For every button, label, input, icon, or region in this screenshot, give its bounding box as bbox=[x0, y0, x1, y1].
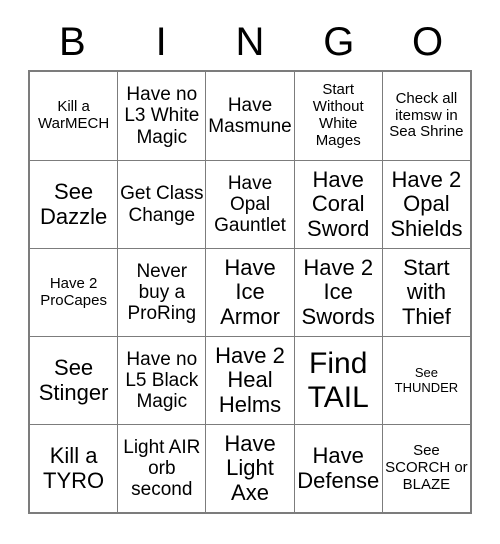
bingo-cell[interactable]: Have 2 Ice Swords bbox=[293, 248, 382, 336]
bingo-cell[interactable]: See SCORCH or BLAZE bbox=[381, 424, 471, 512]
bingo-cell[interactable]: Have 2 Opal Shields bbox=[381, 160, 471, 248]
bingo-cell-label: Have Coral Sword bbox=[307, 166, 370, 241]
bingo-cell-label: Have Opal Gauntlet bbox=[214, 172, 286, 237]
bingo-cell[interactable]: Have Masmune bbox=[205, 72, 294, 160]
bingo-cell[interactable]: Kill a TYRO bbox=[30, 424, 118, 512]
bingo-header-letter-o: O bbox=[412, 20, 444, 64]
bingo-cell-label: Get Class Change bbox=[120, 183, 204, 226]
bingo-cell[interactable]: See Dazzle bbox=[30, 160, 118, 248]
bingo-header-letter-i: I bbox=[155, 20, 167, 64]
bingo-cell-label: Kill a WarMECH bbox=[38, 98, 110, 132]
bingo-cell-label: See SCORCH or BLAZE bbox=[385, 442, 468, 493]
bingo-cell-label: See Stinger bbox=[38, 354, 109, 405]
bingo-cell-label: Have no L5 Black Magic bbox=[125, 348, 199, 413]
bingo-cell[interactable]: Have Coral Sword bbox=[293, 160, 382, 248]
bingo-row: See Dazzle Get Class Change Have Opal Ga… bbox=[30, 160, 471, 248]
bingo-cell[interactable]: Have 2 ProCapes bbox=[30, 248, 118, 336]
bingo-grid: Kill a WarMECH Have no L3 White Magic Ha… bbox=[28, 70, 472, 514]
bingo-header: B I N G O bbox=[28, 14, 472, 70]
bingo-cell-label: Light AIR orb second bbox=[123, 436, 201, 501]
bingo-cell[interactable]: See Stinger bbox=[30, 336, 118, 424]
bingo-cell-label: Have 2 Heal Helms bbox=[215, 342, 285, 417]
bingo-cell-label: Kill a TYRO bbox=[43, 442, 105, 493]
bingo-cell[interactable]: Have Light Axe bbox=[205, 424, 294, 512]
bingo-cell[interactable]: Find TAIL bbox=[293, 336, 382, 424]
bingo-cell[interactable]: Have Ice Armor bbox=[205, 248, 294, 336]
bingo-cell[interactable]: Have Opal Gauntlet bbox=[205, 160, 294, 248]
bingo-cell[interactable]: Start with Thief bbox=[381, 248, 471, 336]
bingo-cell-label: Have Ice Armor bbox=[220, 254, 280, 329]
bingo-cell-label: Check all itemsw in Sea Shrine bbox=[389, 89, 464, 141]
bingo-cell[interactable]: Kill a WarMECH bbox=[30, 72, 118, 160]
bingo-cell[interactable]: Have 2 Heal Helms bbox=[205, 336, 294, 424]
bingo-cell[interactable]: Have no L3 White Magic bbox=[117, 72, 206, 160]
bingo-cell-label: Have no L3 White Magic bbox=[124, 84, 200, 148]
bingo-cell-label: Start Without White Mages bbox=[312, 81, 364, 149]
bingo-cell-label: See Dazzle bbox=[39, 178, 108, 229]
bingo-cell[interactable]: Have Defense bbox=[293, 424, 382, 512]
bingo-cell-label: See THUNDER bbox=[394, 364, 459, 395]
bingo-row: See Stinger Have no L5 Black Magic Have … bbox=[30, 336, 471, 424]
bingo-cell[interactable]: Never buy a ProRing bbox=[117, 248, 206, 336]
bingo-cell-label: Have 2 Opal Shields bbox=[390, 166, 463, 241]
bingo-cell-label: Never buy a ProRing bbox=[127, 260, 197, 325]
bingo-cell-label: Have Light Axe bbox=[224, 430, 276, 505]
bingo-header-letter-n: N bbox=[235, 20, 265, 64]
bingo-header-letter-b: B bbox=[59, 20, 86, 64]
bingo-cell-label: Find TAIL bbox=[307, 346, 369, 414]
bingo-card: B I N G O Kill a WarMECH Have no L3 Whit… bbox=[28, 14, 472, 514]
bingo-row: Have 2 ProCapes Never buy a ProRing Have… bbox=[30, 248, 471, 336]
bingo-cell[interactable]: See THUNDER bbox=[381, 336, 471, 424]
bingo-cell[interactable]: Get Class Change bbox=[117, 160, 206, 248]
bingo-row: Kill a WarMECH Have no L3 White Magic Ha… bbox=[30, 72, 471, 160]
bingo-cell-label: Start with Thief bbox=[401, 254, 451, 329]
bingo-header-letter-g: G bbox=[323, 20, 355, 64]
bingo-cell[interactable]: Check all itemsw in Sea Shrine bbox=[381, 72, 471, 160]
bingo-cell-label: Have 2 ProCapes bbox=[40, 274, 107, 309]
bingo-cell[interactable]: Start Without White Mages bbox=[293, 72, 382, 160]
bingo-row: Kill a TYRO Light AIR orb second Have Li… bbox=[30, 424, 471, 512]
bingo-cell[interactable]: Light AIR orb second bbox=[117, 424, 206, 512]
bingo-cell-label: Have 2 Ice Swords bbox=[301, 254, 375, 329]
bingo-cell-label: Have Masmune bbox=[208, 94, 292, 137]
bingo-cell-label: Have Defense bbox=[297, 442, 380, 493]
bingo-cell[interactable]: Have no L5 Black Magic bbox=[117, 336, 206, 424]
